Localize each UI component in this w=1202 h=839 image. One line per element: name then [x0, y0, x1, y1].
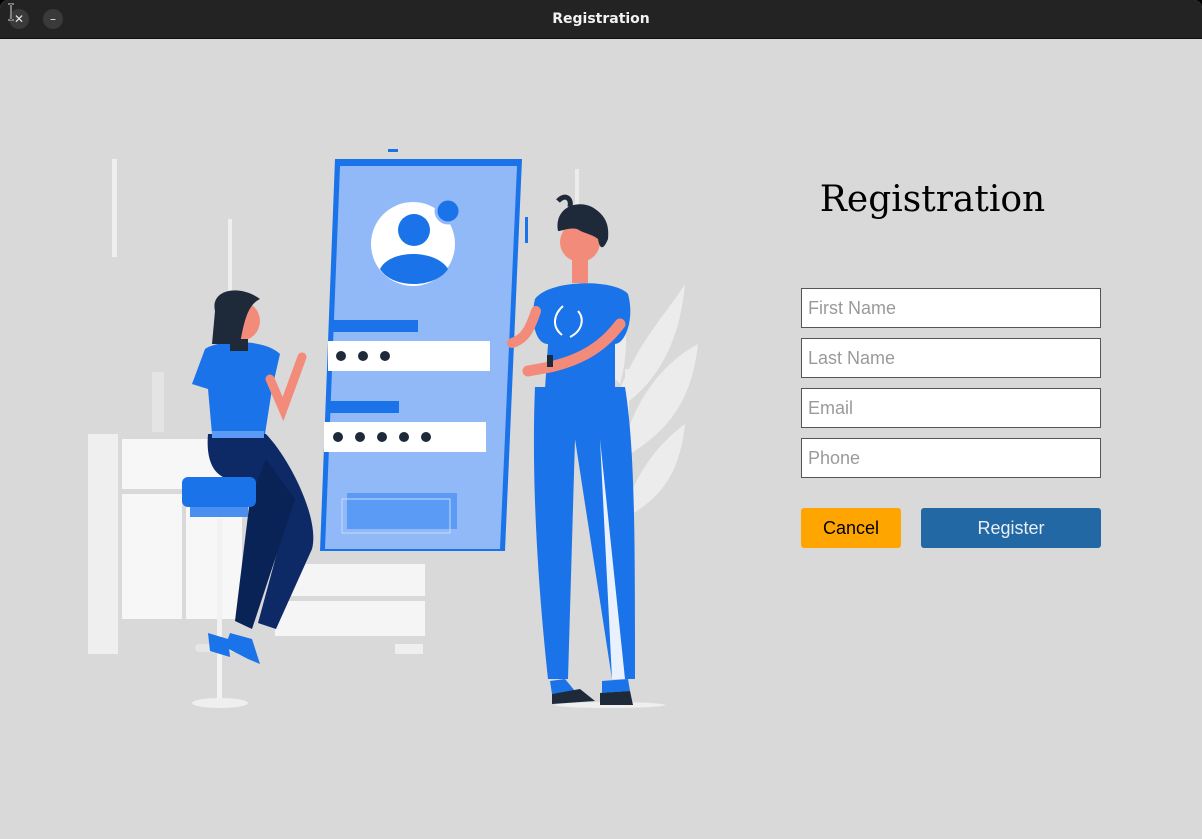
form-heading: Registration — [819, 179, 1046, 220]
email-field[interactable] — [801, 388, 1101, 428]
app-window: ✕ – Registration Registration First Name… — [0, 0, 1202, 839]
phone-field[interactable] — [801, 438, 1101, 478]
window-title: Registration — [552, 11, 650, 27]
phone-mockup — [320, 149, 528, 551]
man-figure — [507, 194, 665, 708]
first-name-field[interactable] — [801, 288, 1101, 328]
register-button[interactable]: Register — [921, 508, 1101, 548]
last-name-field[interactable] — [801, 338, 1101, 378]
title-bar[interactable]: ✕ – Registration — [0, 0, 1202, 39]
registration-illustration — [88, 149, 698, 708]
main-content: Registration Cancel Register — [0, 39, 1202, 839]
cancel-button[interactable]: Cancel — [801, 508, 901, 548]
woman-figure — [182, 290, 314, 708]
